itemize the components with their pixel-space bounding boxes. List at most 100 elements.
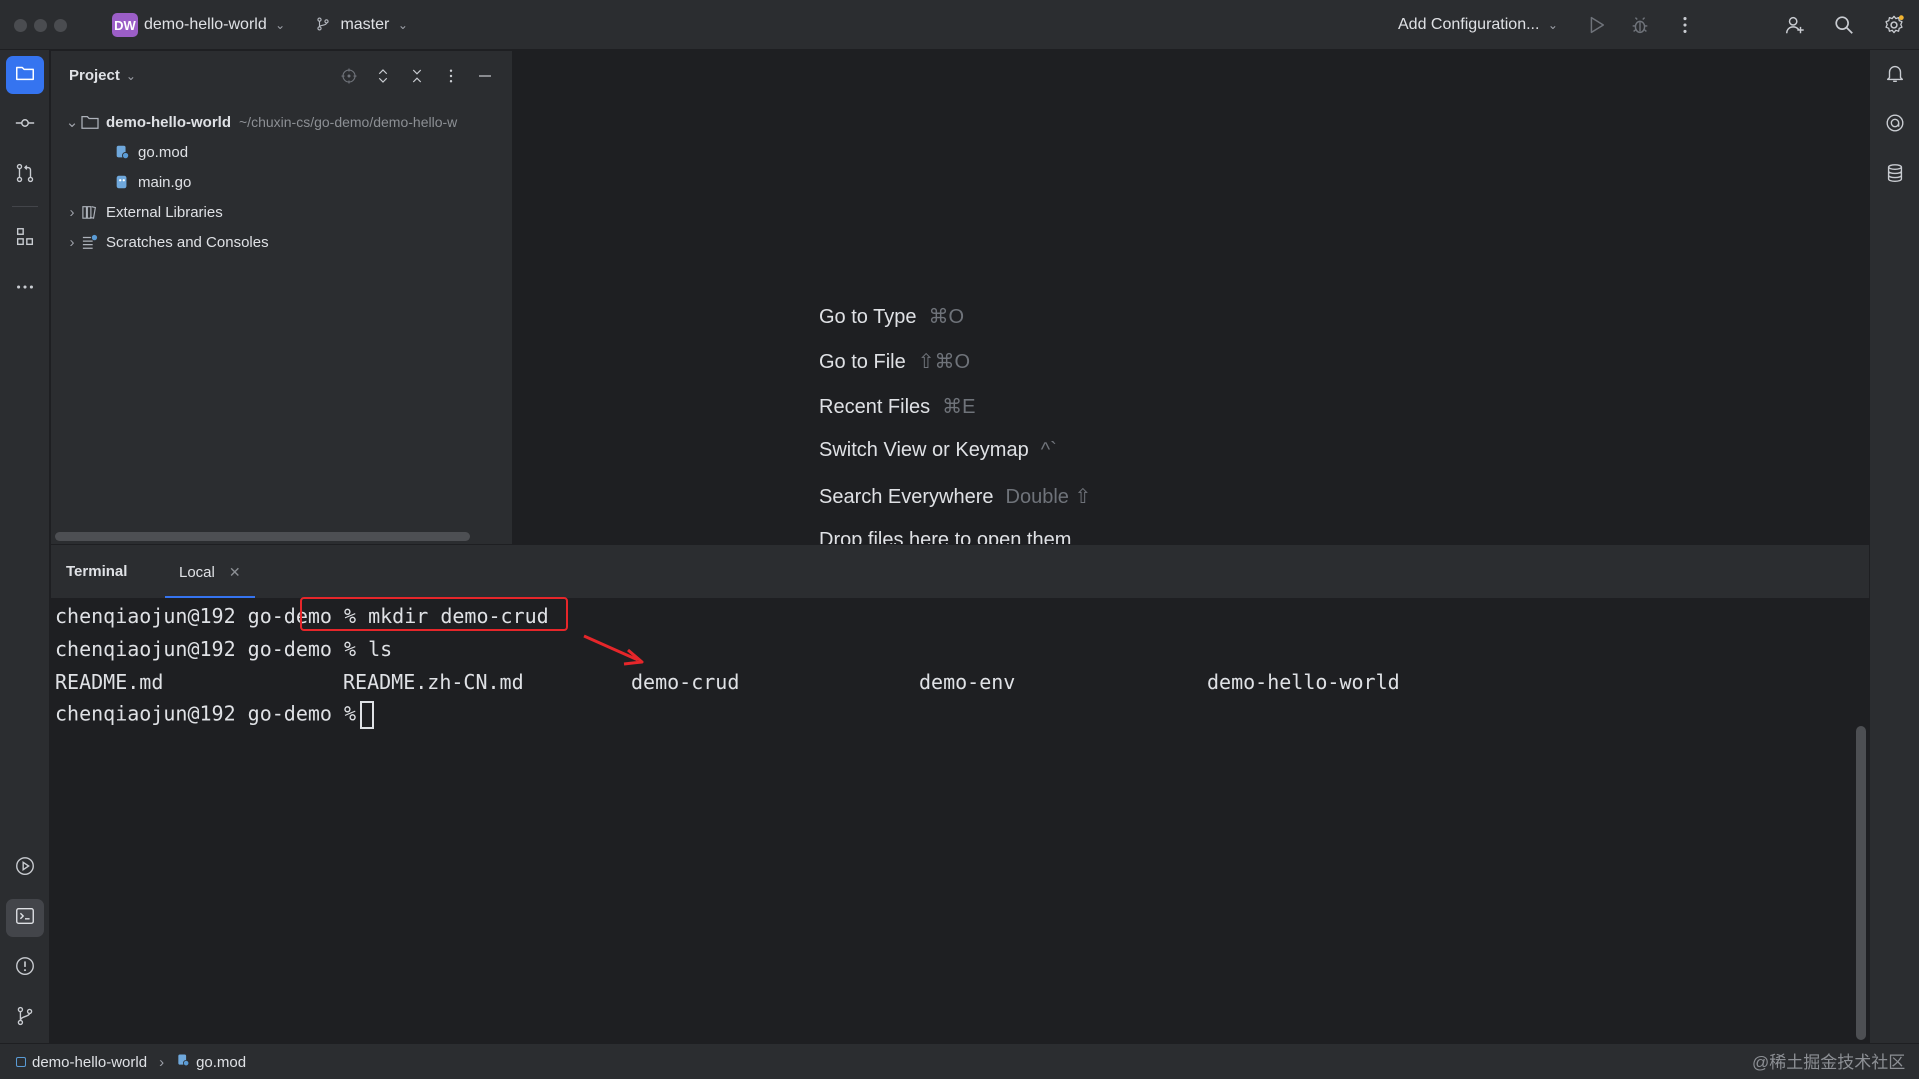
- go-mod-file-icon: [176, 1053, 190, 1071]
- terminal-vertical-scrollbar[interactable]: [1856, 726, 1866, 1040]
- ls-output-item: README.md: [55, 670, 164, 694]
- commit-tool-button[interactable]: [6, 106, 44, 144]
- more-vertical-icon[interactable]: [440, 65, 462, 87]
- terminal-title: Terminal: [66, 563, 128, 580]
- hint-go-to-type: Go to Type ⌘O: [819, 304, 964, 329]
- hint-label: Search Everywhere: [819, 486, 994, 508]
- branch-icon: [316, 17, 332, 36]
- tree-item-label: Scratches and Consoles: [106, 233, 269, 251]
- project-panel: Project ⌄ ⌄ demo-hello-world ~/chuxin-cs…: [51, 51, 513, 544]
- hint-label: Recent Files: [819, 396, 931, 418]
- terminal-cursor: [360, 701, 375, 729]
- scratches-icon: [80, 233, 100, 251]
- module-icon: [16, 1057, 26, 1067]
- chevron-down-icon: ⌄: [275, 18, 286, 32]
- project-badge[interactable]: DW: [112, 13, 138, 37]
- bell-icon: [1884, 62, 1906, 88]
- terminal-tool-button[interactable]: [6, 899, 44, 937]
- database-button[interactable]: [1882, 162, 1908, 188]
- ai-assistant-icon: [1884, 112, 1906, 138]
- tab-label: Local: [179, 563, 215, 581]
- ai-assistant-button[interactable]: [1882, 112, 1908, 138]
- branch-name: master: [340, 16, 390, 33]
- run-icon[interactable]: [1583, 12, 1609, 38]
- services-icon: [14, 855, 36, 881]
- hint-shortcut: ⌘O: [928, 306, 965, 328]
- breadcrumb-project[interactable]: demo-hello-world: [32, 1054, 147, 1071]
- more-tools-button[interactable]: [6, 270, 44, 308]
- close-icon[interactable]: ✕: [229, 564, 241, 581]
- window-zoom-button[interactable]: [54, 19, 67, 32]
- more-vertical-icon[interactable]: [1672, 12, 1698, 38]
- tree-item-label: demo-hello-world: [106, 113, 231, 131]
- chevron-right-icon[interactable]: ›: [64, 234, 80, 251]
- ls-output-item: README.zh-CN.md: [343, 670, 524, 694]
- add-user-icon[interactable]: [1782, 12, 1808, 38]
- git-tool-button[interactable]: [6, 999, 44, 1037]
- terminal-header: Terminal Local ✕: [51, 544, 1869, 599]
- pull-requests-tool-button[interactable]: [6, 156, 44, 194]
- right-tool-strip: [1869, 50, 1919, 1043]
- tree-item-project-root[interactable]: ⌄ demo-hello-world ~/chuxin-cs/go-demo/d…: [64, 108, 458, 136]
- tree-item-main-go[interactable]: main.go: [112, 168, 191, 196]
- window-close-button[interactable]: [14, 19, 27, 32]
- tree-item-label: External Libraries: [106, 203, 223, 221]
- debug-icon[interactable]: [1627, 12, 1653, 38]
- hint-search-everywhere: Search Everywhere Double ⇧: [819, 484, 1091, 509]
- terminal-prompt: chenqiaojun@192 go-demo %: [55, 701, 357, 726]
- strip-divider: [12, 206, 38, 207]
- hint-shortcut: ^`: [1040, 439, 1057, 461]
- hint-shortcut: ⌘E: [942, 396, 976, 418]
- chevron-down-icon: ⌄: [125, 68, 136, 83]
- ls-output-item: demo-env: [919, 670, 1016, 694]
- structure-tool-button[interactable]: [6, 220, 44, 258]
- project-tool-button[interactable]: [6, 56, 44, 94]
- chevron-down-icon[interactable]: ⌄: [64, 113, 80, 131]
- problems-tool-button[interactable]: [6, 949, 44, 987]
- window-minimize-button[interactable]: [34, 19, 47, 32]
- project-switcher[interactable]: demo-hello-world ⌄: [144, 16, 285, 34]
- command-highlight-box: [300, 597, 568, 631]
- branch-switcher[interactable]: master ⌄: [316, 16, 408, 36]
- problems-icon: [14, 955, 36, 981]
- hint-recent-files: Recent Files ⌘E: [819, 394, 976, 419]
- folder-icon: [14, 62, 36, 88]
- hint-label: Go to File: [819, 351, 906, 373]
- search-icon[interactable]: [1831, 12, 1857, 38]
- tree-item-scratches[interactable]: › Scratches and Consoles: [64, 228, 269, 256]
- go-file-icon: [112, 173, 132, 191]
- project-horizontal-scrollbar[interactable]: [55, 532, 470, 541]
- locate-file-icon[interactable]: [338, 65, 360, 87]
- pull-request-icon: [14, 162, 36, 188]
- ls-output-item: demo-crud: [631, 670, 740, 694]
- tree-item-label: go.mod: [138, 143, 189, 161]
- tree-item-go-mod[interactable]: go.mod: [112, 138, 188, 166]
- hide-panel-icon[interactable]: [474, 65, 496, 87]
- editor-empty-area: [514, 51, 1868, 544]
- chevron-down-icon: ⌄: [397, 18, 408, 32]
- notifications-button[interactable]: [1882, 62, 1908, 88]
- ls-output-item: demo-hello-world: [1207, 670, 1400, 694]
- breadcrumb-file[interactable]: go.mod: [196, 1054, 246, 1071]
- breadcrumb: demo-hello-world › go.mod: [16, 1053, 246, 1071]
- commit-icon: [14, 112, 36, 138]
- settings-icon[interactable]: [1881, 12, 1907, 38]
- run-configuration-selector[interactable]: Add Configuration... ⌄: [1398, 16, 1558, 34]
- project-view-selector[interactable]: Project ⌄: [69, 67, 136, 84]
- hint-switch-view: Switch View or Keymap ^`: [819, 439, 1057, 462]
- watermark: @稀土掘金技术社区: [1752, 1053, 1906, 1072]
- git-branch-icon: [14, 1005, 36, 1031]
- tree-item-external-libraries[interactable]: › External Libraries: [64, 198, 223, 226]
- chevron-right-icon: ›: [159, 1053, 165, 1071]
- status-bar: demo-hello-world › go.mod: [0, 1043, 1919, 1079]
- tab-local[interactable]: Local ✕: [165, 545, 255, 599]
- collapse-all-icon[interactable]: [406, 65, 428, 87]
- left-tool-strip: [0, 50, 50, 1043]
- terminal-output[interactable]: chenqiaojun@192 go-demo % mkdir demo-cru…: [51, 598, 1869, 1043]
- expand-all-icon[interactable]: [372, 65, 394, 87]
- services-tool-button[interactable]: [6, 849, 44, 887]
- annotation-arrow-icon: [583, 634, 644, 666]
- terminal-line: chenqiaojun@192 go-demo % ls: [55, 637, 392, 661]
- chevron-right-icon[interactable]: ›: [64, 204, 80, 221]
- chevron-down-icon: ⌄: [1547, 18, 1558, 32]
